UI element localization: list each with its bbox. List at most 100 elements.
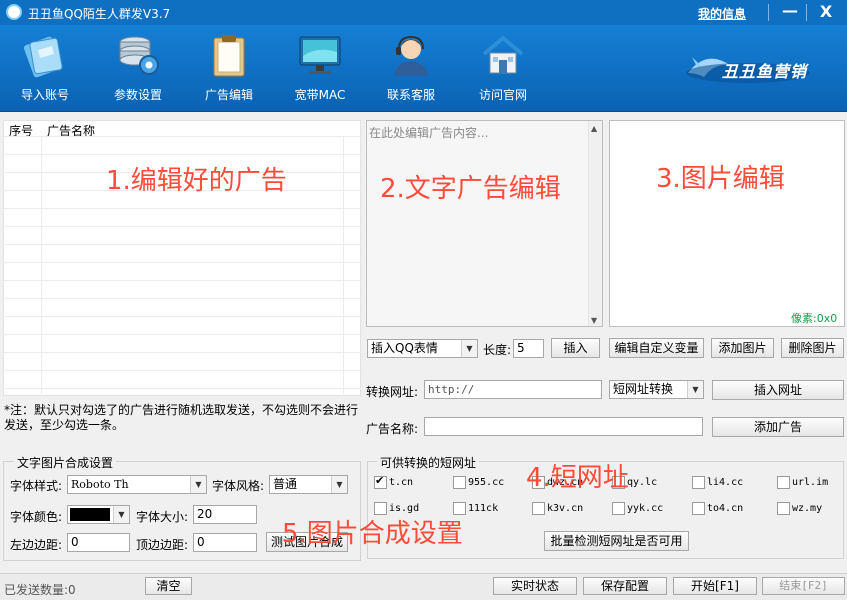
table-divider — [3, 334, 361, 335]
chevron-down-icon: ▼ — [113, 506, 129, 523]
table-divider — [3, 262, 361, 263]
table-divider — [3, 226, 361, 227]
short-url-label: wz.my — [792, 503, 823, 514]
short-url-checkbox[interactable] — [777, 502, 790, 515]
customer-service-icon — [394, 35, 428, 76]
pixel-size-label: 像素:0x0 — [791, 312, 838, 325]
chevron-down-icon: ▼ — [461, 340, 477, 357]
text-image-settings-title: 文字图片合成设置 — [14, 454, 117, 471]
table-divider — [3, 352, 361, 353]
table-divider — [3, 136, 361, 137]
table-divider — [3, 154, 361, 155]
home-icon — [482, 35, 524, 74]
length-input[interactable]: 5 — [513, 339, 544, 358]
toolbar-ad-edit[interactable]: 广告编辑 — [189, 27, 269, 109]
table-column-divider — [343, 136, 344, 394]
folder-icon — [23, 36, 63, 78]
annotation-image-edit: 3.图片编辑 — [656, 164, 785, 194]
font-size-input[interactable]: 20 — [193, 505, 257, 524]
short-url-checkbox[interactable] — [777, 476, 790, 489]
annotation-edited-ads: 1.编辑好的广告 — [106, 166, 287, 196]
chevron-down-icon: ▼ — [331, 476, 347, 493]
short-url-label: qy.lc — [627, 477, 658, 488]
font-weight-label: 字体风格: — [212, 479, 265, 493]
scroll-down-arrow-icon[interactable]: ▼ — [591, 316, 597, 325]
chevron-down-icon: ▼ — [190, 476, 206, 493]
table-divider — [3, 388, 361, 389]
table-divider — [3, 370, 361, 371]
short-url-label: t.cn — [389, 477, 414, 488]
font-size-label: 字体大小: — [136, 510, 189, 524]
delete-image-button[interactable]: 删除图片 — [781, 338, 844, 358]
sent-count-display: 已发送数量:0 — [4, 581, 76, 598]
table-divider — [3, 280, 361, 281]
toolbar-label: 导入账号 — [20, 88, 69, 102]
toolbar-broadband-mac[interactable]: 宽带MAC — [280, 27, 360, 109]
image-editor-canvas[interactable] — [609, 120, 845, 327]
font-weight-select-value: 普通 — [273, 477, 298, 491]
toolbar-label: 访问官网 — [478, 88, 527, 102]
monitor-icon — [299, 36, 341, 74]
toolbar-visit-website[interactable]: 访问官网 — [463, 27, 543, 109]
my-info-link[interactable]: 我的信息 — [698, 5, 746, 22]
chevron-down-icon: ▼ — [687, 381, 703, 398]
annotation-image-composition: 5.图片合成设置 — [282, 519, 463, 549]
toolbar-label: 参数设置 — [113, 88, 162, 102]
length-label: 长度: — [483, 343, 512, 357]
title-separator — [768, 4, 769, 21]
ad-name-input[interactable] — [424, 417, 703, 436]
short-url-label: 955.cc — [468, 477, 505, 488]
insert-url-button[interactable]: 插入网址 — [712, 380, 844, 400]
toolbar-contact-support[interactable]: 联系客服 — [371, 27, 451, 109]
short-url-convert-select[interactable]: 短网址转换 ▼ — [609, 380, 704, 399]
table-divider — [3, 208, 361, 209]
font-color-label: 字体颜色: — [10, 510, 63, 524]
convert-url-input[interactable]: http:// — [424, 380, 602, 399]
ad-name-label: 广告名称: — [366, 422, 419, 436]
close-button[interactable]: X — [812, 1, 840, 23]
left-margin-input[interactable]: 0 — [67, 533, 130, 552]
end-button[interactable]: 结束[F2] — [762, 577, 845, 595]
clear-button[interactable]: 清空 — [145, 577, 192, 595]
qq-emoji-select-value: 插入QQ表情 — [371, 341, 438, 355]
text-editor-scrollbar[interactable] — [588, 121, 602, 326]
batch-check-short-url-button[interactable]: 批量检测短网址是否可用 — [544, 531, 689, 551]
sent-count-value: 0 — [68, 583, 76, 597]
ad-text-editor[interactable]: 在此处编辑广告内容... — [366, 120, 603, 327]
table-column-divider — [41, 136, 42, 394]
insert-button[interactable]: 插入 — [551, 338, 600, 358]
short-url-group-title: 可供转换的短网址 — [377, 454, 480, 471]
realtime-status-button[interactable]: 实时状态 — [493, 577, 577, 595]
add-image-button[interactable]: 添加图片 — [711, 338, 774, 358]
short-url-label: li4.cc — [707, 477, 744, 488]
title-separator — [806, 4, 807, 21]
add-ad-button[interactable]: 添加广告 — [712, 417, 844, 437]
short-url-label: yyk.cc — [627, 503, 664, 514]
start-button[interactable]: 开始[F1] — [673, 577, 757, 595]
short-url-label: 111ck — [468, 503, 499, 514]
toolbar-import-accounts[interactable]: 导入账号 — [5, 27, 85, 109]
short-url-checkbox[interactable] — [692, 502, 705, 515]
font-color-picker[interactable]: ▼ — [67, 505, 130, 524]
short-url-checkbox[interactable] — [692, 476, 705, 489]
scroll-up-arrow-icon[interactable]: ▲ — [591, 124, 597, 133]
toolbar-parameter-settings[interactable]: 参数设置 — [98, 27, 178, 109]
app-logo-icon — [6, 4, 22, 20]
short-url-checkbox[interactable]: ✔ — [374, 474, 387, 489]
font-style-select[interactable]: Roboto Th ▼ — [67, 475, 207, 494]
short-url-checkbox[interactable] — [612, 502, 625, 515]
font-weight-select[interactable]: 普通 ▼ — [269, 475, 348, 494]
short-url-checkbox[interactable] — [532, 502, 545, 515]
short-url-checkbox[interactable] — [453, 476, 466, 489]
toolbar-label: 广告编辑 — [204, 88, 253, 102]
ad-text-placeholder: 在此处编辑广告内容... — [369, 126, 489, 140]
minimize-button[interactable]: — — [777, 1, 803, 23]
save-config-button[interactable]: 保存配置 — [583, 577, 667, 595]
top-margin-input[interactable]: 0 — [193, 533, 257, 552]
short-url-convert-select-value: 短网址转换 — [613, 382, 674, 396]
brand-name: 丑丑鱼营销 — [722, 62, 808, 81]
toolbar-label: 宽带MAC — [294, 88, 346, 102]
short-url-label: to4.cn — [707, 503, 744, 514]
qq-emoji-select[interactable]: 插入QQ表情 ▼ — [367, 339, 478, 358]
edit-custom-variable-button[interactable]: 编辑自定义变量 — [609, 338, 704, 358]
